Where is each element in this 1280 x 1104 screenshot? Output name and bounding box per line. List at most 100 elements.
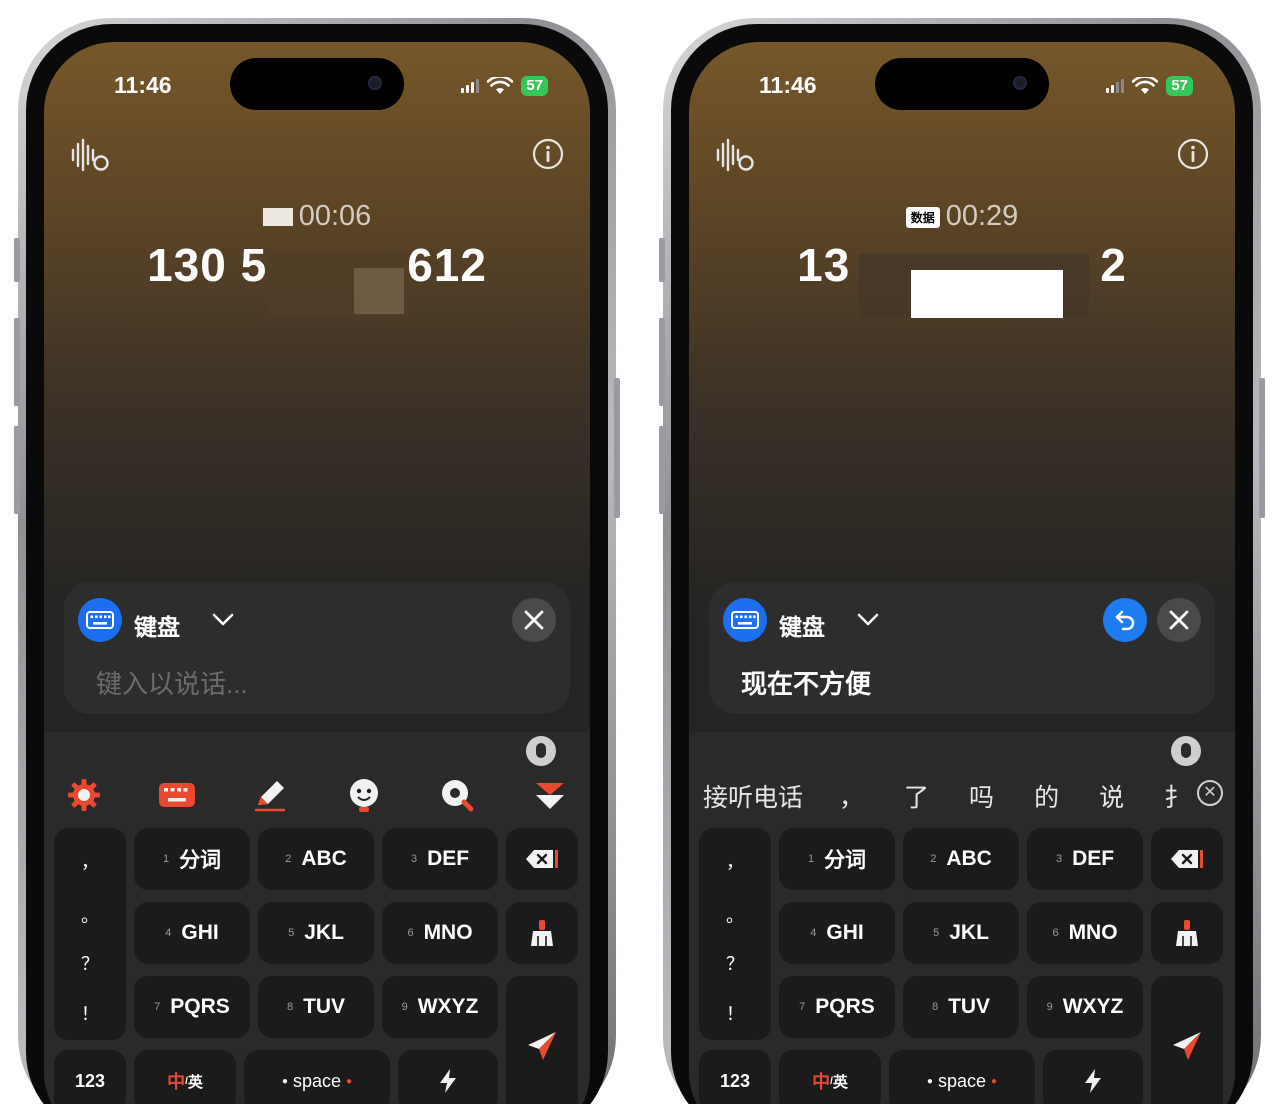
punct-comma[interactable]: ， (54, 848, 126, 874)
wifi-icon (487, 77, 514, 94)
power-button (614, 378, 620, 518)
candidate[interactable]: 接听电话 (703, 778, 803, 814)
key-7[interactable]: 7 PQRS (779, 976, 895, 1038)
key-label: PQRS (170, 995, 230, 1018)
keyboard-mode-label[interactable]: 键盘 (779, 608, 825, 642)
punct-period[interactable]: 。 (699, 902, 771, 928)
lang-en: 英 (187, 1073, 203, 1091)
clear-icon (531, 920, 553, 946)
speech-input-field[interactable]: 键入以说话... (96, 664, 248, 701)
keyboard-mode-label[interactable]: 键盘 (134, 608, 180, 642)
undo-button[interactable] (1103, 598, 1147, 642)
dot-icon: ● (281, 1075, 288, 1087)
key-num: 4 (810, 927, 817, 939)
close-candidates-icon[interactable]: ✕ (1197, 780, 1223, 806)
action-button (14, 238, 20, 282)
settings-icon[interactable] (64, 775, 104, 815)
key-1[interactable]: 1 分词 (779, 828, 895, 890)
candidate[interactable]: ， (839, 778, 864, 814)
key-3[interactable]: 3 DEF (1027, 828, 1143, 890)
collapse-icon[interactable] (530, 775, 570, 815)
lang-switch-key[interactable]: 中 / 英 (134, 1050, 236, 1104)
send-key[interactable] (506, 976, 578, 1104)
key-label: GHI (826, 921, 864, 944)
quick-key[interactable] (1043, 1050, 1143, 1104)
key-label: WXYZ (1062, 995, 1124, 1018)
key-label: TUV (948, 995, 991, 1018)
battery-indicator: 57 (521, 76, 548, 96)
punctuation-column[interactable]: ， 。 ？ ！ (54, 828, 126, 1040)
chevron-down-icon[interactable] (210, 608, 236, 635)
send-icon (1173, 1032, 1201, 1060)
candidate[interactable]: 的 (1034, 778, 1059, 814)
key-5[interactable]: 5 JKL (258, 902, 374, 964)
keyboard-icon[interactable] (157, 775, 197, 815)
key-num: 8 (931, 1001, 939, 1013)
punct-comma[interactable]: ， (699, 848, 771, 874)
key-6[interactable]: 6 MNO (1027, 902, 1143, 964)
num-mode-key[interactable]: 123 (699, 1050, 771, 1104)
speech-input-field[interactable]: 现在不方便 (741, 664, 871, 701)
mic-icon[interactable] (1171, 736, 1201, 766)
info-icon[interactable] (532, 138, 564, 175)
chevron-down-icon[interactable] (855, 608, 881, 635)
dot-icon: ● (991, 1075, 998, 1087)
key-4[interactable]: 4 GHI (134, 902, 250, 964)
status-icons: 57 (1106, 76, 1193, 96)
backspace-key[interactable] (1151, 828, 1223, 890)
key-5[interactable]: 5 JKL (903, 902, 1019, 964)
pencil-icon[interactable] (250, 775, 290, 815)
keyboard-icon[interactable] (723, 598, 767, 642)
key-num: 2 (285, 853, 292, 865)
power-button (1259, 378, 1265, 518)
punct-period[interactable]: 。 (54, 902, 126, 928)
dynamic-island (875, 58, 1049, 110)
key-7[interactable]: 7 PQRS (134, 976, 250, 1038)
key-6[interactable]: 6 MNO (382, 902, 498, 964)
keyboard-icon[interactable] (78, 598, 122, 642)
candidate[interactable]: 了 (904, 778, 929, 814)
punct-exclaim[interactable]: ！ (54, 1000, 126, 1026)
lang-cn: 中 (167, 1072, 186, 1092)
clear-key[interactable] (1151, 902, 1223, 964)
punct-question[interactable]: ？ (699, 950, 771, 976)
candidate[interactable]: 扌 (1164, 778, 1189, 814)
info-icon[interactable] (1177, 138, 1209, 175)
key-4[interactable]: 4 GHI (779, 902, 895, 964)
send-icon (528, 1032, 556, 1060)
backspace-icon (1171, 850, 1203, 868)
emoji-icon[interactable] (344, 775, 384, 815)
close-button[interactable] (512, 598, 556, 642)
candidate[interactable]: 说 (1099, 778, 1124, 814)
space-key[interactable]: ● space ● (244, 1050, 390, 1104)
lang-switch-key[interactable]: 中 / 英 (779, 1050, 881, 1104)
quick-key[interactable] (398, 1050, 498, 1104)
punct-question[interactable]: ？ (54, 950, 126, 976)
wifi-icon (1132, 77, 1159, 94)
key-label: GHI (181, 921, 219, 944)
candidate[interactable]: 吗 (969, 778, 994, 814)
punct-exclaim[interactable]: ！ (699, 1000, 771, 1026)
search-icon[interactable] (437, 775, 477, 815)
battery-indicator: 57 (1166, 76, 1193, 96)
key-8[interactable]: 8 TUV (258, 976, 374, 1038)
screen: 11:46 57 数据 00:29 13 2 键盘 现在不方便 接听电话 ， 了… (689, 42, 1235, 1104)
key-2[interactable]: 2 ABC (903, 828, 1019, 890)
voice-wave-icon[interactable] (715, 138, 755, 177)
mic-icon[interactable] (526, 736, 556, 766)
close-button[interactable] (1157, 598, 1201, 642)
key-3[interactable]: 3 DEF (382, 828, 498, 890)
key-9[interactable]: 9 WXYZ (382, 976, 498, 1038)
num-mode-key[interactable]: 123 (54, 1050, 126, 1104)
key-8[interactable]: 8 TUV (903, 976, 1019, 1038)
voice-wave-icon[interactable] (70, 138, 110, 177)
key-9[interactable]: 9 WXYZ (1027, 976, 1143, 1038)
punctuation-column[interactable]: ， 。 ？ ！ (699, 828, 771, 1040)
clear-key[interactable] (506, 902, 578, 964)
dynamic-island (230, 58, 404, 110)
key-1[interactable]: 1 分词 (134, 828, 250, 890)
space-key[interactable]: ● space ● (889, 1050, 1035, 1104)
send-key[interactable] (1151, 976, 1223, 1104)
key-2[interactable]: 2 ABC (258, 828, 374, 890)
backspace-key[interactable] (506, 828, 578, 890)
